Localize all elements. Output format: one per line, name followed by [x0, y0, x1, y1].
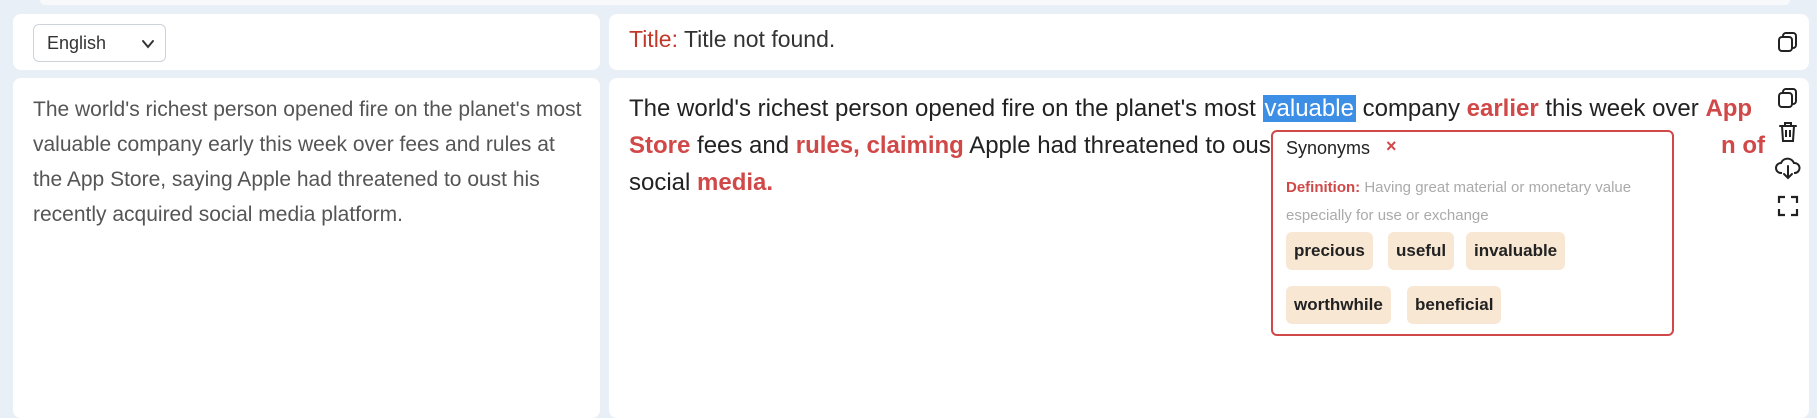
- changed-word[interactable]: rules, claiming: [796, 132, 964, 159]
- synonym-chip[interactable]: worthwhile: [1286, 286, 1391, 324]
- changed-word[interactable]: n of: [1721, 127, 1765, 164]
- synonyms-popup: Synonyms × Definition: Having great mate…: [1271, 130, 1674, 336]
- copy-icon: [1778, 32, 1797, 52]
- fullscreen-icon: [1777, 195, 1799, 217]
- delete-button[interactable]: [1774, 118, 1802, 146]
- copy-title-button[interactable]: [1774, 28, 1802, 56]
- synonyms-header: Synonyms: [1286, 138, 1371, 158]
- title-panel: Title: Title not found.: [609, 14, 1809, 70]
- fullscreen-button[interactable]: [1774, 192, 1802, 220]
- changed-word[interactable]: App: [1705, 95, 1752, 122]
- synonym-chip[interactable]: beneficial: [1407, 286, 1502, 324]
- result-text-segment: social: [629, 169, 698, 196]
- cloud-download-icon: [1775, 157, 1801, 180]
- title-label: Title:: [629, 26, 678, 52]
- copy-result-button[interactable]: [1774, 84, 1802, 112]
- chevron-down-icon: [142, 40, 154, 49]
- changed-word[interactable]: earlier: [1467, 95, 1539, 122]
- result-text-segment: Apple had threatened to ous: [963, 132, 1271, 159]
- definition-label: Definition:: [1286, 179, 1361, 196]
- synonym-chip[interactable]: invaluable: [1466, 232, 1566, 270]
- result-text-segment: fees and: [690, 132, 796, 159]
- trash-icon: [1779, 122, 1797, 142]
- source-panel: The world's richest person opened fire o…: [13, 78, 600, 418]
- synonym-chip[interactable]: useful: [1388, 232, 1455, 270]
- top-strip: [40, 0, 1790, 5]
- language-panel: English: [13, 14, 600, 70]
- source-text[interactable]: The world's richest person opened fire o…: [33, 92, 588, 232]
- result-text-segment: this week over: [1538, 95, 1706, 122]
- synonym-chip[interactable]: precious: [1286, 232, 1373, 270]
- result-text-segment: The world's richest person opened fire o…: [629, 95, 1263, 122]
- copy-icon: [1778, 88, 1797, 108]
- result-text-segment: company: [1355, 95, 1467, 122]
- title-value: Title not found.: [683, 26, 836, 52]
- language-select[interactable]: English: [33, 24, 166, 62]
- title-line: Title: Title not found.: [629, 26, 835, 53]
- changed-word[interactable]: media.: [697, 169, 773, 196]
- changed-word[interactable]: Store: [629, 132, 690, 159]
- synonyms-definition: Definition: Having great material or mon…: [1286, 174, 1661, 230]
- download-button[interactable]: [1774, 154, 1802, 182]
- language-select-value: English: [47, 32, 107, 53]
- close-icon[interactable]: ×: [1386, 136, 1397, 157]
- selected-word[interactable]: valuable: [1262, 95, 1356, 122]
